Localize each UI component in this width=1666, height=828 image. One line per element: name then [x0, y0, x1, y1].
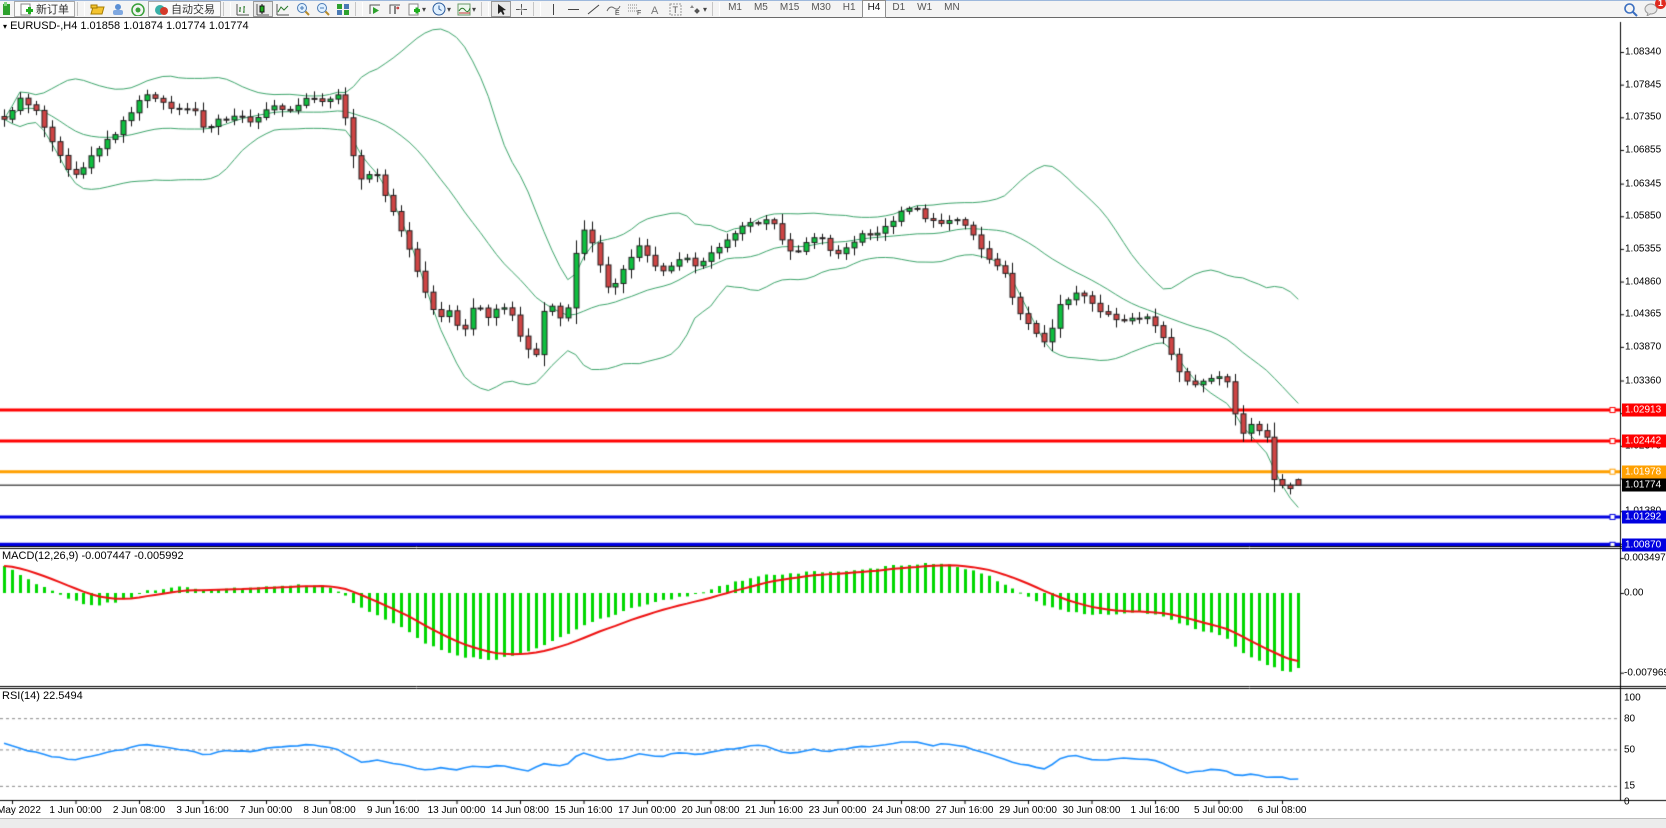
text-label-button[interactable]: T	[665, 1, 685, 17]
separator	[355, 2, 363, 16]
mt4-window: 新订单 自动交易	[0, 0, 1666, 828]
zoom-out-button[interactable]	[313, 1, 333, 17]
separator	[223, 2, 231, 16]
search-button[interactable]	[1620, 1, 1641, 17]
auto-trading-button[interactable]: 自动交易	[148, 1, 221, 17]
separator	[712, 2, 720, 16]
separator	[481, 2, 489, 16]
equidistant-channel-button[interactable]: E	[603, 1, 624, 17]
text-icon: A	[650, 3, 661, 16]
candlestick-chart-button[interactable]	[253, 1, 273, 17]
folder-icon	[90, 3, 105, 16]
shapes-button[interactable]: ▾	[685, 1, 710, 17]
bar-chart-button[interactable]	[233, 1, 253, 17]
separator	[533, 2, 541, 16]
community-button[interactable]	[108, 1, 128, 17]
indicators-button[interactable]: ▾	[454, 1, 479, 17]
template-icon	[408, 3, 421, 16]
chevron-down-icon: ▾	[422, 5, 426, 14]
clock-icon	[432, 2, 446, 16]
chart-canvas[interactable]	[0, 18, 1666, 828]
timeframe-button-m30[interactable]: M30	[805, 0, 836, 18]
new-order-label: 新订单	[36, 1, 69, 17]
notifications-button[interactable]: 1	[1641, 1, 1662, 17]
candlestick-icon	[256, 3, 270, 16]
signals-button[interactable]	[128, 1, 148, 17]
timeframe-button-m1[interactable]: M1	[722, 0, 748, 18]
fibonacci-button[interactable]: F	[624, 1, 645, 17]
svg-text:A: A	[651, 5, 659, 16]
label-icon: T	[669, 3, 682, 16]
vertical-line-icon	[549, 3, 558, 16]
tester-step-icon	[388, 3, 402, 16]
svg-text:T: T	[672, 5, 678, 15]
app-icon	[0, 1, 14, 17]
timeframe-group: M1M5M15M30H1H4D1W1MN	[722, 0, 966, 18]
cursor-button[interactable]	[491, 1, 511, 17]
timeframe-button-m15[interactable]: M15	[774, 0, 805, 18]
strategy-tester-button[interactable]	[365, 1, 385, 17]
shapes-icon	[688, 3, 702, 16]
horizontal-line-button[interactable]	[563, 1, 583, 17]
timeframe-button-h1[interactable]: H1	[837, 0, 862, 18]
chevron-down-icon: ▾	[472, 5, 476, 14]
timeframe-button-mn[interactable]: MN	[938, 0, 966, 18]
trendline-icon	[587, 3, 600, 16]
zoom-in-button[interactable]	[293, 1, 313, 17]
crosshair-icon	[515, 3, 528, 16]
text-button[interactable]: A	[645, 1, 665, 17]
toolbar: 新订单 自动交易	[0, 0, 1666, 18]
search-icon	[1623, 2, 1638, 17]
tile-windows-button[interactable]	[333, 1, 353, 17]
trendline-button[interactable]	[583, 1, 603, 17]
cursor-icon	[496, 3, 507, 16]
signal-icon	[131, 3, 145, 16]
bottom-strip	[0, 818, 1666, 828]
new-order-icon	[20, 3, 33, 16]
line-chart-icon	[276, 3, 290, 16]
notification-badge: 1	[1655, 0, 1666, 9]
svg-text:F: F	[637, 10, 641, 16]
timeframe-button-h4[interactable]: H4	[862, 0, 887, 18]
horizontal-line-icon	[567, 5, 580, 14]
channel-icon: E	[606, 3, 621, 16]
tester-step-button[interactable]	[385, 1, 405, 17]
indicators-icon	[457, 3, 471, 16]
crosshair-button[interactable]	[511, 1, 531, 17]
auto-trading-icon	[154, 3, 168, 16]
line-chart-button[interactable]	[273, 1, 293, 17]
separator	[77, 2, 85, 16]
user-icon	[111, 3, 125, 16]
timeframe-button-d1[interactable]: D1	[886, 0, 911, 18]
zoom-in-icon	[296, 2, 310, 16]
chart-area: ▾ EURUSD-,H4 1.01858 1.01874 1.01774 1.0…	[0, 18, 1666, 828]
template-button[interactable]: ▾	[405, 1, 429, 17]
chevron-down-icon: ▾	[447, 5, 451, 14]
period-clock-button[interactable]: ▾	[429, 1, 454, 17]
zoom-out-icon	[316, 2, 330, 16]
fibonacci-icon: F	[627, 3, 642, 16]
svg-text:E: E	[615, 10, 620, 16]
bar-chart-icon	[236, 3, 250, 16]
chevron-down-icon: ▾	[703, 5, 707, 14]
timeframe-button-m5[interactable]: M5	[748, 0, 774, 18]
tester-play-icon	[368, 3, 382, 16]
tile-windows-icon	[336, 3, 350, 16]
layouts-button[interactable]	[87, 1, 108, 17]
new-order-button[interactable]: 新订单	[14, 1, 75, 17]
timeframe-button-w1[interactable]: W1	[911, 0, 938, 18]
vertical-line-button[interactable]	[543, 1, 563, 17]
auto-trading-label: 自动交易	[171, 1, 215, 17]
